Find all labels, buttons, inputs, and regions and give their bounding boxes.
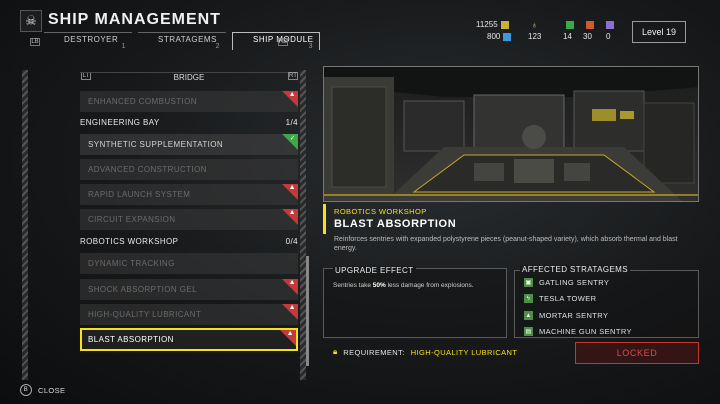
affected-item-label: MORTAR SENTRY bbox=[539, 311, 609, 320]
upgrade-description: Reinforces sentries with expanded polyst… bbox=[334, 236, 678, 252]
section-robotics-workshop: ROBOTICS WORKSHOP 0/4 bbox=[80, 237, 298, 249]
tab-number: 1 bbox=[121, 43, 126, 50]
list-item-label: DYNAMIC TRACKING bbox=[88, 259, 175, 268]
upgrade-title: BLAST ABSORPTION bbox=[334, 218, 457, 230]
effect-text-pre: Sentries take bbox=[333, 282, 373, 289]
effect-value: 50% bbox=[372, 282, 386, 289]
purchased-check-icon: ✓ bbox=[282, 134, 298, 150]
tab-number: 3 bbox=[308, 43, 313, 50]
workshop-illustration bbox=[324, 67, 698, 201]
upgrade-badge-icon: ▲ bbox=[282, 304, 298, 320]
tab-label: DESTROYER bbox=[64, 35, 119, 44]
tab-key-right: RB bbox=[278, 38, 288, 46]
affected-item: ▣ GATLING SENTRY bbox=[524, 278, 609, 287]
tab-label: STRATAGEMS bbox=[158, 35, 217, 44]
affected-item: ▲ MORTAR SENTRY bbox=[524, 311, 608, 320]
upgrade-effect-panel bbox=[323, 268, 507, 338]
tab-destroyer[interactable]: DESTROYER 1 bbox=[44, 32, 132, 50]
list-item-shock-absorption-gel[interactable]: SHOCK ABSORPTION GEL ▲ bbox=[80, 279, 298, 300]
module-preview-image bbox=[323, 66, 699, 202]
list-item-blast-absorption[interactable]: BLAST ABSORPTION ▲ bbox=[80, 328, 298, 351]
super-credits-counter: 800 bbox=[487, 32, 512, 41]
list-item-enhanced-combustion[interactable]: ENHANCED COMBUSTION ▲ bbox=[80, 91, 298, 112]
section-label: ENGINEERING BAY bbox=[80, 118, 160, 127]
list-item-label: HIGH-QUALITY LUBRICANT bbox=[88, 310, 202, 319]
controller-b-button-icon: B bbox=[20, 384, 32, 396]
requisition-counter: 11255 bbox=[476, 20, 509, 29]
list-item-label: SHOCK ABSORPTION GEL bbox=[88, 285, 197, 294]
list-item-label: ENHANCED COMBUSTION bbox=[88, 97, 197, 106]
requirement-value: HIGH-QUALITY LUBRICANT bbox=[410, 347, 518, 357]
medal-icon: ♁ bbox=[531, 20, 538, 30]
rare-sample-icon bbox=[586, 21, 594, 29]
upgrade-badge-icon: ▲ bbox=[282, 91, 298, 107]
effect-text-post: less damage from explosions. bbox=[385, 282, 474, 289]
upgrade-badge-icon: ▲ bbox=[282, 209, 298, 225]
tab-key-left: LB bbox=[30, 38, 40, 46]
upgrade-title-box: ROBOTICS WORKSHOP BLAST ABSORPTION bbox=[323, 204, 699, 234]
super-credits-icon bbox=[503, 32, 512, 41]
rare-samples-value: 30 bbox=[583, 32, 592, 41]
skull-logo-icon: ☠ bbox=[20, 10, 42, 32]
upgrade-effect-heading: UPGRADE EFFECT bbox=[333, 266, 416, 275]
list-key-right: RT bbox=[288, 72, 298, 80]
section-label: ROBOTICS WORKSHOP bbox=[80, 237, 179, 246]
left-hatch-border bbox=[22, 70, 28, 380]
list-item-label: ADVANCED CONSTRUCTION bbox=[88, 165, 207, 174]
upgrade-badge-icon: ▲ bbox=[282, 184, 298, 200]
list-item-label: CIRCUIT EXPANSION bbox=[88, 215, 176, 224]
affected-item-label: TESLA TOWER bbox=[539, 294, 597, 303]
medals-value: 123 bbox=[528, 32, 542, 41]
list-item-advanced-construction[interactable]: ADVANCED CONSTRUCTION bbox=[80, 159, 298, 180]
list-item-rapid-launch-system[interactable]: RAPID LAUNCH SYSTEM ▲ bbox=[80, 184, 298, 205]
gatling-sentry-icon: ▣ bbox=[524, 278, 533, 287]
close-prompt[interactable]: B CLOSE bbox=[20, 384, 65, 396]
super-samples-value: 0 bbox=[606, 32, 611, 41]
super-credits-value: 800 bbox=[487, 32, 501, 41]
upgrade-effect-text: Sentries take 50% less damage from explo… bbox=[333, 282, 501, 290]
affected-item-label: MACHINE GUN SENTRY bbox=[539, 327, 632, 336]
tab-number: 2 bbox=[215, 43, 220, 50]
tesla-tower-icon: ϟ bbox=[524, 294, 533, 303]
upgrade-category: ROBOTICS WORKSHOP bbox=[334, 207, 427, 216]
common-samples-value: 14 bbox=[563, 32, 572, 41]
upgrade-badge-icon: ▲ bbox=[282, 279, 298, 295]
lock-icon: 🔒︎ bbox=[333, 347, 338, 356]
requisition-value: 11255 bbox=[476, 20, 498, 29]
level-badge: Level 19 bbox=[632, 21, 686, 43]
super-sample-icon bbox=[606, 21, 614, 29]
section-engineering-bay: ENGINEERING BAY 1/4 bbox=[80, 118, 298, 130]
list-scrollbar[interactable] bbox=[306, 256, 309, 366]
affected-stratagems-heading: AFFECTED STRATAGEMS bbox=[520, 265, 630, 274]
common-sample-icon bbox=[566, 21, 574, 29]
close-label: CLOSE bbox=[38, 385, 66, 395]
list-item-label: RAPID LAUNCH SYSTEM bbox=[88, 190, 191, 199]
upgrade-badge-icon: ▲ bbox=[280, 330, 296, 346]
requisition-icon bbox=[500, 20, 509, 29]
requirement-label: REQUIREMENT: bbox=[343, 347, 405, 357]
tab-stratagems[interactable]: STRATAGEMS 2 bbox=[138, 32, 226, 50]
list-item-high-quality-lubricant[interactable]: HIGH-QUALITY LUBRICANT ▲ bbox=[80, 304, 298, 325]
mortar-sentry-icon: ▲ bbox=[524, 311, 533, 320]
list-header: BRIDGE bbox=[80, 72, 298, 84]
affected-item: ϟ TESLA TOWER bbox=[524, 294, 596, 303]
machine-gun-sentry-icon: ▤ bbox=[524, 327, 533, 336]
tab-ship-module[interactable]: SHIP MODULE 3 bbox=[232, 32, 320, 50]
page-title: SHIP MANAGEMENT bbox=[48, 11, 221, 28]
section-count: 1/4 bbox=[285, 118, 298, 127]
affected-item: ▤ MACHINE GUN SENTRY bbox=[524, 327, 632, 336]
section-count: 0/4 bbox=[285, 237, 298, 246]
list-item-label: BLAST ABSORPTION bbox=[88, 335, 174, 344]
list-item-label: SYNTHETIC SUPPLEMENTATION bbox=[88, 140, 224, 149]
locked-button[interactable]: LOCKED bbox=[575, 342, 699, 364]
list-item-synthetic-supplementation[interactable]: SYNTHETIC SUPPLEMENTATION ✓ bbox=[80, 134, 298, 155]
list-item-dynamic-tracking[interactable]: DYNAMIC TRACKING bbox=[80, 253, 298, 274]
list-item-circuit-expansion[interactable]: CIRCUIT EXPANSION ▲ bbox=[80, 209, 298, 230]
affected-item-label: GATLING SENTRY bbox=[539, 278, 610, 287]
requirement-row: 🔒︎ REQUIREMENT: HIGH-QUALITY LUBRICANT bbox=[323, 344, 573, 360]
